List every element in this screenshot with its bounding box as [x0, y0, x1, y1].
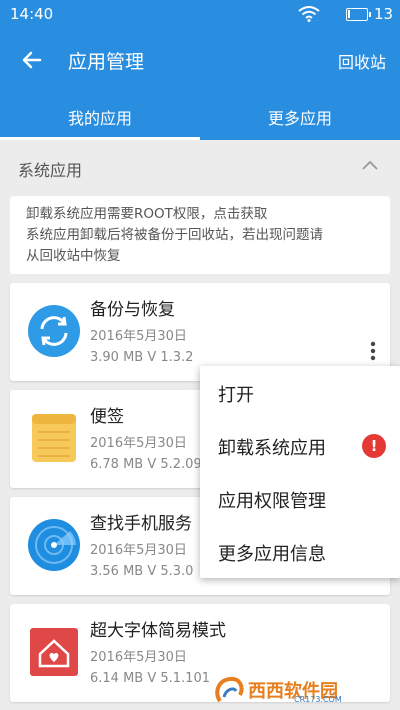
site-logo-icon: [215, 676, 244, 703]
chevron-up-icon[interactable]: [362, 160, 378, 170]
sync-icon: [28, 305, 80, 357]
app-name: 便签: [90, 407, 124, 427]
menu-item-open[interactable]: 打开: [218, 381, 254, 407]
app-date: 2016年5月30日: [90, 650, 187, 665]
recycle-bin-button[interactable]: 回收站: [338, 49, 386, 73]
page-title: 应用管理: [68, 51, 145, 73]
section-header[interactable]: 系统应用: [0, 140, 400, 192]
arrow-left-icon[interactable]: [20, 48, 44, 72]
notepad-icon: [32, 414, 76, 462]
section-title: 系统应用: [18, 161, 83, 180]
more-vert-icon[interactable]: [370, 341, 376, 361]
app-date: 2016年5月30日: [90, 329, 187, 344]
watermark: 西西软件园 CR173.COM: [212, 675, 392, 705]
battery-icon: [346, 8, 371, 21]
app-name: 超大字体简易模式: [90, 621, 226, 641]
app-name: 查找手机服务: [90, 514, 192, 534]
app-size-version: 3.90 MB V 1.3.2: [90, 350, 194, 365]
tab-my-apps[interactable]: 我的应用: [0, 105, 200, 129]
alert-icon: !: [362, 434, 386, 458]
app-size-version: 3.56 MB V 5.3.0: [90, 564, 194, 579]
tab-bar: 我的应用 更多应用: [0, 90, 400, 140]
notice-line: 系统应用卸载后将被备份于回收站，若出现问题请: [26, 227, 323, 243]
menu-item-uninstall-system-app[interactable]: 卸载系统应用: [218, 434, 326, 460]
status-bar: 14:40 13: [0, 0, 400, 30]
root-notice[interactable]: 卸载系统应用需要ROOT权限，点击获取 系统应用卸载后将被备份于回收站，若出现问…: [10, 196, 390, 274]
notice-line: 从回收站中恢复: [26, 248, 121, 264]
home-heart-icon: [30, 628, 78, 676]
radar-icon: [28, 519, 80, 571]
tab-more-apps[interactable]: 更多应用: [200, 105, 400, 129]
app-date: 2016年5月30日: [90, 436, 187, 451]
app-size-version: 6.78 MB V 5.2.090: [90, 457, 210, 472]
app-date: 2016年5月30日: [90, 543, 187, 558]
status-time: 14:40: [10, 5, 54, 23]
watermark-url: CR173.COM: [294, 695, 342, 704]
app-bar: 应用管理 回收站: [0, 30, 400, 90]
notice-line: 卸载系统应用需要ROOT权限，点击获取: [26, 206, 268, 222]
context-menu: 打开 卸载系统应用 ! 应用权限管理 更多应用信息: [200, 366, 400, 578]
wifi-icon: [298, 6, 320, 22]
battery-level: 13: [374, 5, 394, 23]
app-name: 备份与恢复: [90, 300, 175, 320]
menu-item-permissions[interactable]: 应用权限管理: [218, 487, 326, 513]
app-size-version: 6.14 MB V 5.1.101: [90, 671, 210, 686]
menu-item-more-info[interactable]: 更多应用信息: [218, 540, 326, 566]
